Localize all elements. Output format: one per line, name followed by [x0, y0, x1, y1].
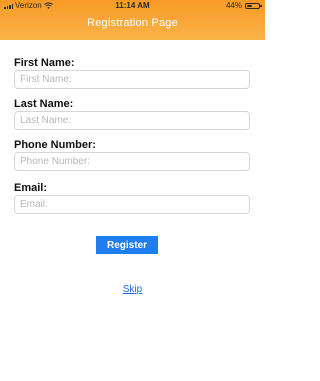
battery-fill [247, 4, 252, 7]
phone-number-input[interactable] [14, 152, 250, 171]
first-name-label: First Name: [14, 57, 75, 69]
page-title: Registration Page [87, 17, 178, 29]
email-label: Email: [14, 182, 48, 194]
email-input[interactable] [14, 195, 250, 214]
register-button[interactable]: Register [96, 236, 158, 254]
registration-form: First Name: Last Name: Phone Number: Ema… [14, 56, 250, 214]
phone-number-label: Phone Number: [14, 139, 96, 151]
last-name-input[interactable] [14, 111, 250, 130]
status-bar: Verizon 11:14 AM 44% [0, 0, 265, 13]
first-name-input[interactable] [14, 70, 250, 89]
last-name-label: Last Name: [14, 98, 74, 110]
battery-icon [245, 2, 262, 9]
app-header: Verizon 11:14 AM 44% Registration Page [0, 0, 265, 40]
status-right: 44% [225, 1, 262, 10]
battery-percent: 44% [225, 1, 242, 10]
skip-link[interactable]: Skip [0, 284, 265, 295]
